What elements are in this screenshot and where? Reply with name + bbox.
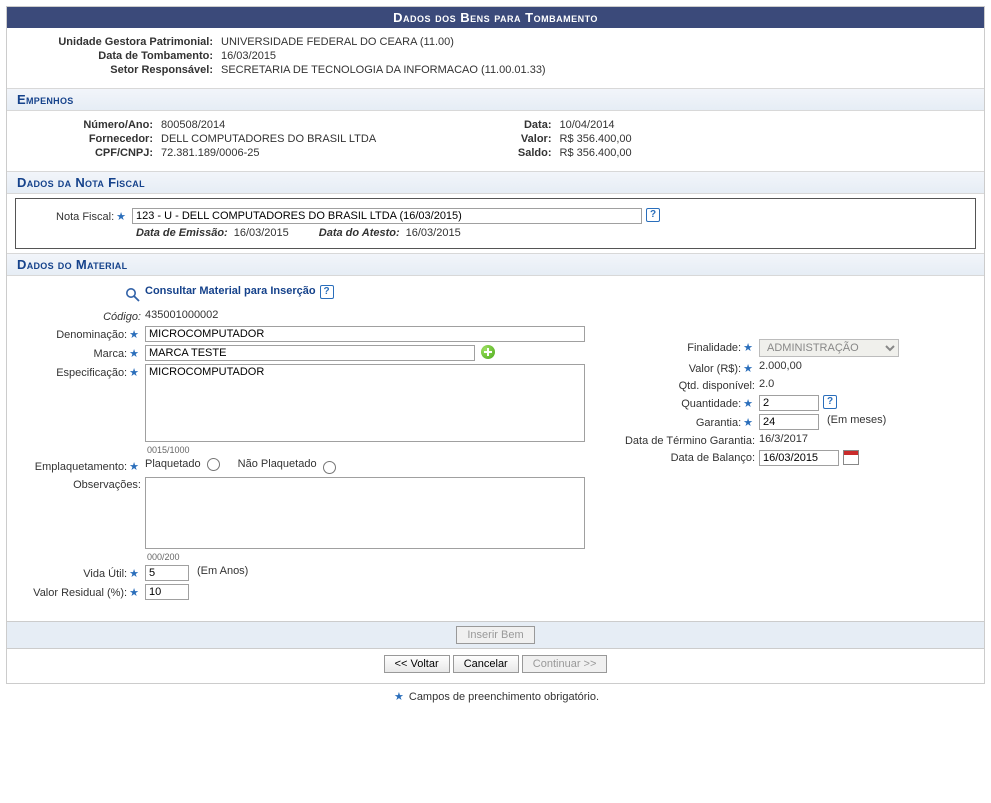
cpf-value: 72.381.189/0006-25 <box>157 147 259 159</box>
setor-label: Setor Responsável: <box>17 64 217 76</box>
inserir-bem-button[interactable]: Inserir Bem <box>456 626 534 644</box>
finalidade-select[interactable]: ADMINISTRAÇÃO <box>759 339 899 357</box>
data-tombamento-label: Data de Tombamento: <box>17 50 217 62</box>
top-info: Unidade Gestora Patrimonial: UNIVERSIDAD… <box>7 28 984 88</box>
emplaq-label: Emplaquetamento:★ <box>17 458 145 473</box>
valor-rs-label: Valor (R$):★ <box>607 360 759 375</box>
denominacao-label: Denominação:★ <box>17 326 145 341</box>
empenhos-block: Número/Ano: 800508/2014 Fornecedor: DELL… <box>7 111 984 171</box>
emp-data-label: Data: <box>496 119 556 131</box>
unidade-label: Unidade Gestora Patrimonial: <box>17 36 217 48</box>
material-block: Consultar Material para Inserção ? Códig… <box>7 276 984 613</box>
help-icon[interactable]: ? <box>823 395 837 409</box>
emissao-value: 16/03/2015 <box>228 227 319 239</box>
cpf-label: CPF/CNPJ: <box>17 147 157 159</box>
observacoes-textarea[interactable] <box>145 477 585 549</box>
denominacao-input[interactable] <box>145 326 585 342</box>
atesto-value: 16/03/2015 <box>400 227 461 239</box>
vida-util-input[interactable] <box>145 565 189 581</box>
nao-plaquetado-radio[interactable] <box>323 461 336 474</box>
empenhos-header: Empenhos <box>7 88 984 111</box>
setor-value: SECRETARIA DE TECNOLOGIA DA INFORMACAO (… <box>217 64 546 76</box>
obs-label: Observações: <box>17 477 145 491</box>
notafiscal-label: Nota Fiscal:★ <box>20 208 132 223</box>
emp-valor-value: R$ 356.400,00 <box>556 133 632 145</box>
required-star-icon: ★ <box>741 417 755 429</box>
fornecedor-label: Fornecedor: <box>17 133 157 145</box>
nav-button-bar: << Voltar Cancelar Continuar >> <box>7 649 984 683</box>
required-star-icon: ★ <box>127 329 141 341</box>
qtd-disp-value: 2.0 <box>759 378 774 390</box>
required-star-icon: ★ <box>127 587 141 599</box>
vida-label: Vida Útil:★ <box>17 565 145 580</box>
plaquetado-radio[interactable] <box>207 458 220 471</box>
required-star-icon: ★ <box>114 211 128 223</box>
emplaq-opt2-label: Não Plaquetado <box>238 458 317 470</box>
calendar-icon[interactable] <box>843 450 859 465</box>
main-panel: Dados dos Bens para Tombamento Unidade G… <box>6 6 985 684</box>
notafiscal-header: Dados da Nota Fiscal <box>7 171 984 194</box>
required-star-icon: ★ <box>392 691 406 703</box>
emp-saldo-label: Saldo: <box>496 147 556 159</box>
garantia-suffix: (Em meses) <box>819 414 886 426</box>
footnote: ★ Campos de preenchimento obrigatório. <box>6 684 985 709</box>
required-star-icon: ★ <box>127 461 141 473</box>
valor-rs-value: 2.000,00 <box>759 360 802 372</box>
required-star-icon: ★ <box>741 363 755 375</box>
quantidade-label: Quantidade:★ <box>607 395 759 410</box>
emp-data-value: 10/04/2014 <box>556 119 615 131</box>
codigo-value: 435001000002 <box>145 309 218 321</box>
continuar-button[interactable]: Continuar >> <box>522 655 608 673</box>
page-title: Dados dos Bens para Tombamento <box>7 7 984 28</box>
data-balanco-input[interactable] <box>759 450 839 466</box>
insert-button-bar: Inserir Bem <box>7 621 984 649</box>
data-balanco-label: Data de Balanço: <box>607 450 759 464</box>
data-tombamento-value: 16/03/2015 <box>217 50 276 62</box>
help-icon[interactable]: ? <box>646 208 660 222</box>
especificacao-textarea[interactable]: MICROCOMPUTADOR <box>145 364 585 442</box>
add-icon[interactable] <box>481 345 495 359</box>
emp-saldo-value: R$ 356.400,00 <box>556 147 632 159</box>
marca-label: Marca:★ <box>17 345 145 360</box>
consultar-link[interactable]: Consultar Material para Inserção <box>145 285 316 297</box>
espec-counter: 0015/1000 <box>145 445 585 455</box>
emp-valor-label: Valor: <box>496 133 556 145</box>
material-header: Dados do Material <box>7 253 984 276</box>
atesto-label: Data do Atesto: <box>319 227 400 239</box>
residual-label: Valor Residual (%):★ <box>17 584 145 599</box>
garantia-input[interactable] <box>759 414 819 430</box>
fornecedor-value: DELL COMPUTADORES DO BRASIL LTDA <box>157 133 376 145</box>
obs-counter: 000/200 <box>145 552 585 562</box>
emplaq-opt1-label: Plaquetado <box>145 458 201 470</box>
espec-label: Especificação:★ <box>17 364 145 379</box>
help-icon[interactable]: ? <box>320 285 334 299</box>
required-star-icon: ★ <box>127 568 141 580</box>
magnifier-icon <box>125 294 141 306</box>
voltar-button[interactable]: << Voltar <box>384 655 450 673</box>
qtd-disp-label: Qtd. disponível: <box>607 378 759 392</box>
codigo-label: Código: <box>17 309 145 323</box>
quantidade-input[interactable] <box>759 395 819 411</box>
numero-value: 800508/2014 <box>157 119 225 131</box>
notafiscal-box: Nota Fiscal:★ ? Data de Emissão: 16/03/2… <box>15 198 976 249</box>
data-termino-label: Data de Término Garantia: <box>607 433 759 447</box>
numero-label: Número/Ano: <box>17 119 157 131</box>
unidade-value: UNIVERSIDADE FEDERAL DO CEARA (11.00) <box>217 36 454 48</box>
data-termino-value: 16/3/2017 <box>759 433 808 445</box>
emissao-label: Data de Emissão: <box>136 227 228 239</box>
magnifier-cell <box>17 285 145 306</box>
vida-suffix: (Em Anos) <box>189 565 248 577</box>
required-star-icon: ★ <box>127 367 141 379</box>
finalidade-label: Finalidade:★ <box>607 339 759 354</box>
cancelar-button[interactable]: Cancelar <box>453 655 519 673</box>
garantia-label: Garantia:★ <box>607 414 759 429</box>
notafiscal-input[interactable] <box>132 208 642 224</box>
valor-residual-input[interactable] <box>145 584 189 600</box>
marca-input[interactable] <box>145 345 475 361</box>
required-star-icon: ★ <box>127 348 141 360</box>
required-star-icon: ★ <box>741 342 755 354</box>
required-star-icon: ★ <box>741 398 755 410</box>
